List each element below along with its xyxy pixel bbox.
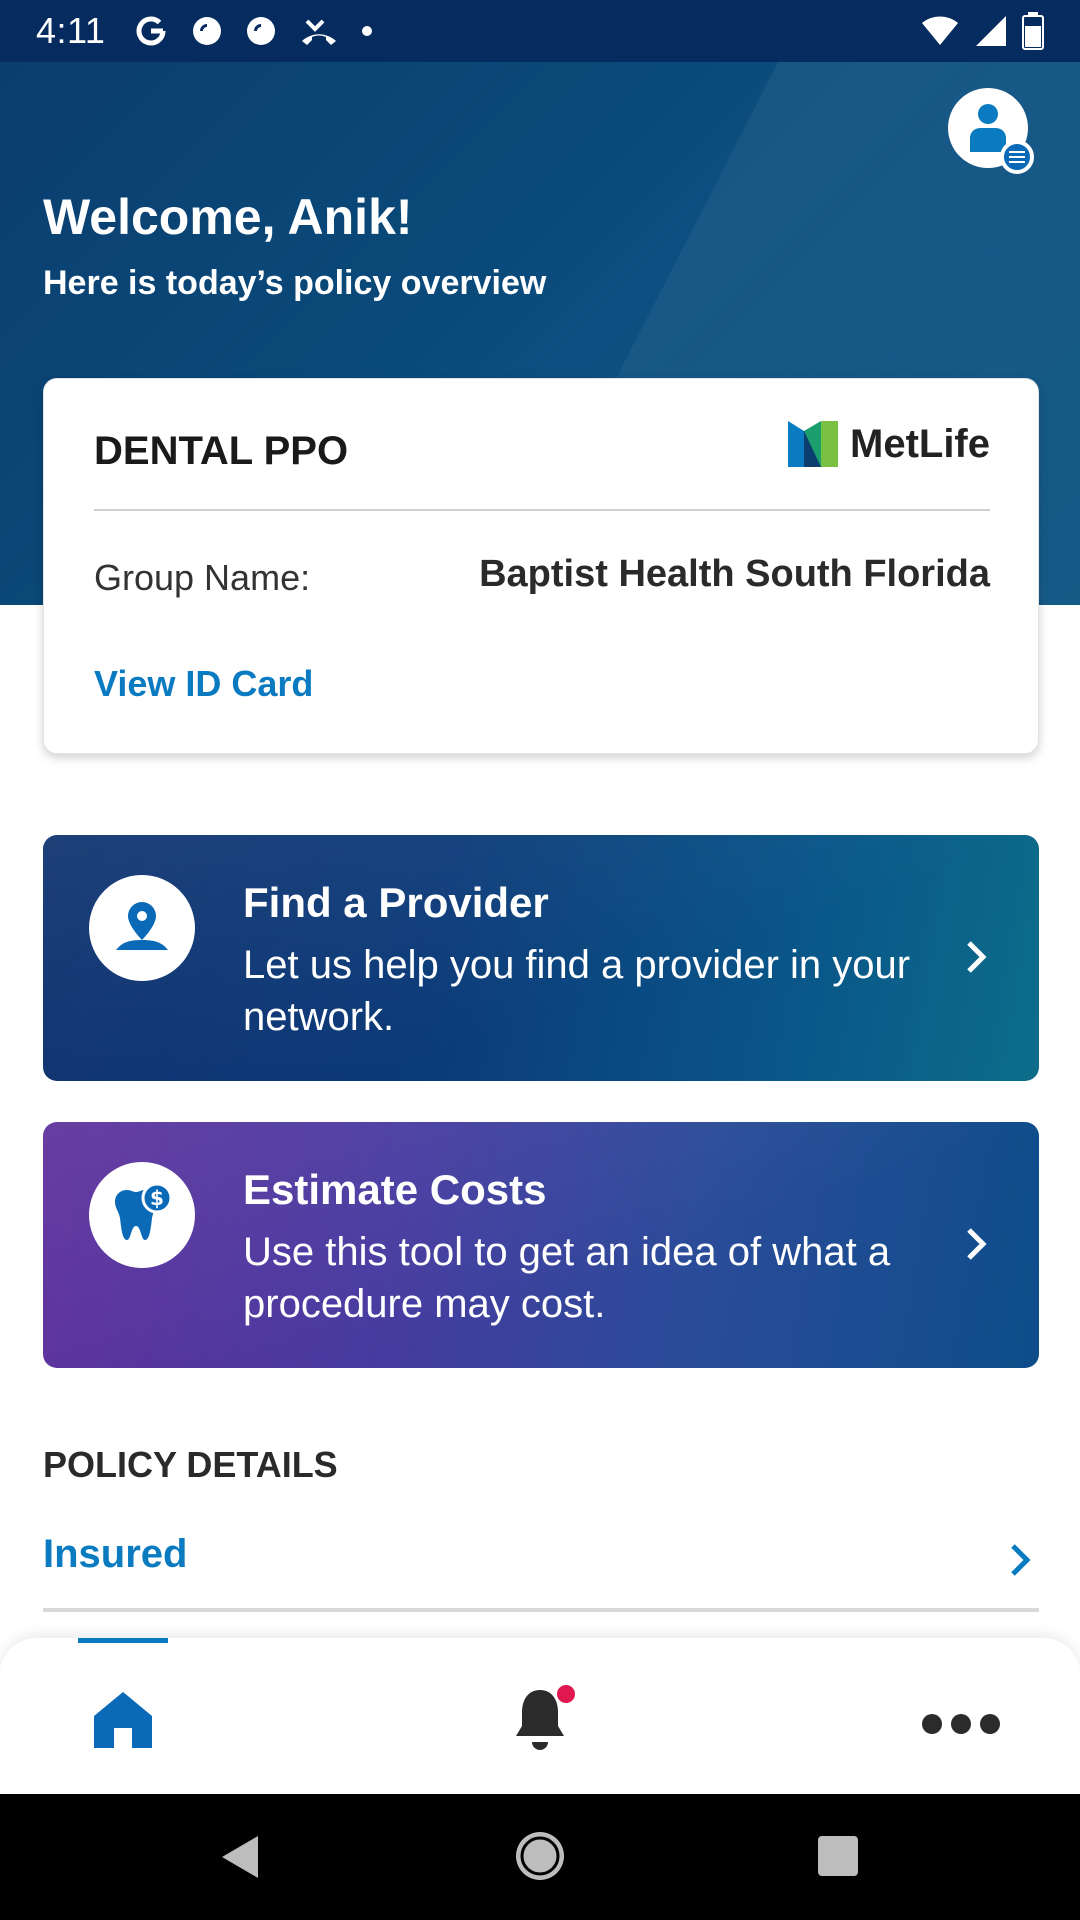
home-icon[interactable] [90, 1686, 156, 1752]
more-dot [922, 1714, 942, 1734]
app-screen: 4:11 Welcome, Anik! Here is today’s poli… [0, 0, 1080, 1920]
back-icon[interactable] [218, 1832, 262, 1882]
status-right-icons [920, 12, 1044, 50]
insured-divider [43, 1608, 1039, 1612]
group-name-value: Baptist Health South Florida [479, 553, 990, 595]
policy-details-heading: POLICY DETAILS [43, 1444, 338, 1485]
hamburger-icon [1009, 151, 1025, 163]
group-name-label: Group Name: [94, 557, 311, 598]
location-pin-icon [116, 902, 168, 950]
card-divider [94, 509, 990, 511]
find-provider-tile[interactable]: Find a Provider Let us help you find a p… [43, 835, 1039, 1081]
welcome-heading: Welcome, Anik! [43, 189, 413, 245]
svg-text:$: $ [150, 1186, 164, 1210]
estimate-costs-description: Use this tool to get an idea of what a p… [243, 1230, 891, 1326]
policy-card: DENTAL PPO MetLife Group Name: Baptist H… [43, 378, 1039, 754]
plan-name: DENTAL PPO [94, 429, 349, 473]
tile-icon-circle: $ [89, 1162, 195, 1268]
notifications-button[interactable] [508, 1682, 578, 1754]
home-circle-icon[interactable] [512, 1828, 568, 1884]
more-icon[interactable] [922, 1714, 1000, 1734]
estimate-costs-tile[interactable]: $ Estimate Costs Use this tool to get an… [43, 1122, 1039, 1368]
estimate-costs-title: Estimate Costs [243, 1166, 547, 1213]
metlife-logo-text: MetLife [850, 421, 990, 466]
status-left-icons [133, 13, 373, 49]
phone-missed-icon [302, 19, 337, 45]
menu-badge [1000, 140, 1034, 174]
more-dot [951, 1714, 971, 1734]
view-id-card-link[interactable]: View ID Card [94, 663, 313, 705]
active-tab-indicator [78, 1638, 168, 1643]
wifi-icon [922, 16, 958, 45]
metlife-logo: MetLife [788, 421, 990, 467]
find-provider-description: Let us help you find a provider in your … [243, 943, 911, 1039]
bottom-navigation [0, 1638, 1080, 1794]
battery-icon [1022, 12, 1044, 50]
system-navigation-bar [0, 1794, 1080, 1920]
google-icon [136, 16, 166, 46]
chevron-right-icon [1011, 1544, 1031, 1576]
tooth-dollar-icon: $ [115, 1182, 173, 1240]
notification-badge [554, 1682, 578, 1706]
tile-icon-circle [89, 875, 195, 981]
insured-label: Insured [43, 1532, 188, 1576]
pocket-casts-icon [247, 17, 276, 45]
welcome-subtitle: Here is today’s policy overview [43, 264, 547, 302]
metlife-logo-icon [788, 421, 838, 467]
status-bar: 4:11 [0, 0, 1080, 62]
dot-icon [362, 26, 373, 36]
chevron-right-icon [967, 1228, 987, 1260]
status-time: 4:11 [36, 10, 106, 51]
recent-apps-icon[interactable] [818, 1836, 858, 1876]
insured-row[interactable]: Insured [43, 1520, 1039, 1612]
profile-menu-button[interactable] [948, 88, 1034, 174]
chevron-right-icon [967, 941, 987, 973]
pocket-casts-icon [193, 17, 222, 45]
more-dot [980, 1714, 1000, 1734]
find-provider-title: Find a Provider [243, 879, 549, 926]
signal-icon [976, 16, 1006, 46]
